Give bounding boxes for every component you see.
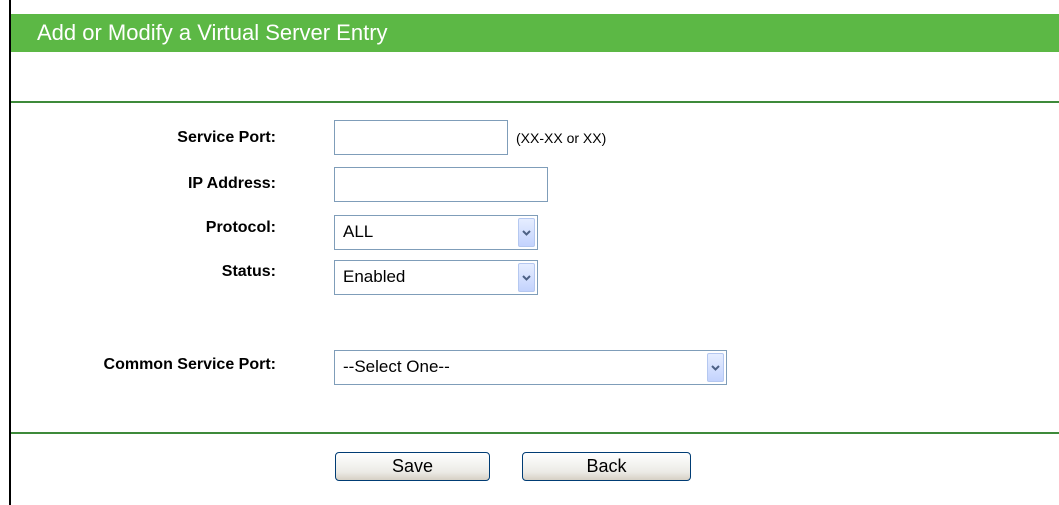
save-button[interactable]: Save <box>335 452 490 481</box>
status-selected-value: Enabled <box>343 267 406 286</box>
status-label: Status: <box>221 263 276 280</box>
ip-address-input[interactable] <box>334 167 548 202</box>
bottom-divider <box>11 432 1059 434</box>
page-left-border <box>9 0 11 505</box>
common-service-port-select[interactable]: --Select One-- <box>334 350 727 385</box>
service-port-hint: (XX-XX or XX) <box>516 130 607 146</box>
top-divider <box>11 101 1059 103</box>
page-title: Add or Modify a Virtual Server Entry <box>37 20 388 45</box>
protocol-select[interactable]: ALL <box>334 215 538 250</box>
chevron-down-icon[interactable] <box>518 218 535 247</box>
ip-address-label: IP Address: <box>187 175 276 192</box>
protocol-label: Protocol: <box>205 219 276 236</box>
common-service-port-selected-value: --Select One-- <box>343 357 450 376</box>
protocol-selected-value: ALL <box>343 222 374 241</box>
chevron-down-icon[interactable] <box>518 263 535 292</box>
service-port-input[interactable] <box>334 120 508 155</box>
service-port-label: Service Port: <box>177 129 276 146</box>
page-header: Add or Modify a Virtual Server Entry <box>11 14 1059 52</box>
back-button[interactable]: Back <box>522 452 691 481</box>
common-service-port-label: Common Service Port: <box>103 356 276 373</box>
chevron-down-icon[interactable] <box>707 353 724 382</box>
status-select[interactable]: Enabled <box>334 260 538 295</box>
